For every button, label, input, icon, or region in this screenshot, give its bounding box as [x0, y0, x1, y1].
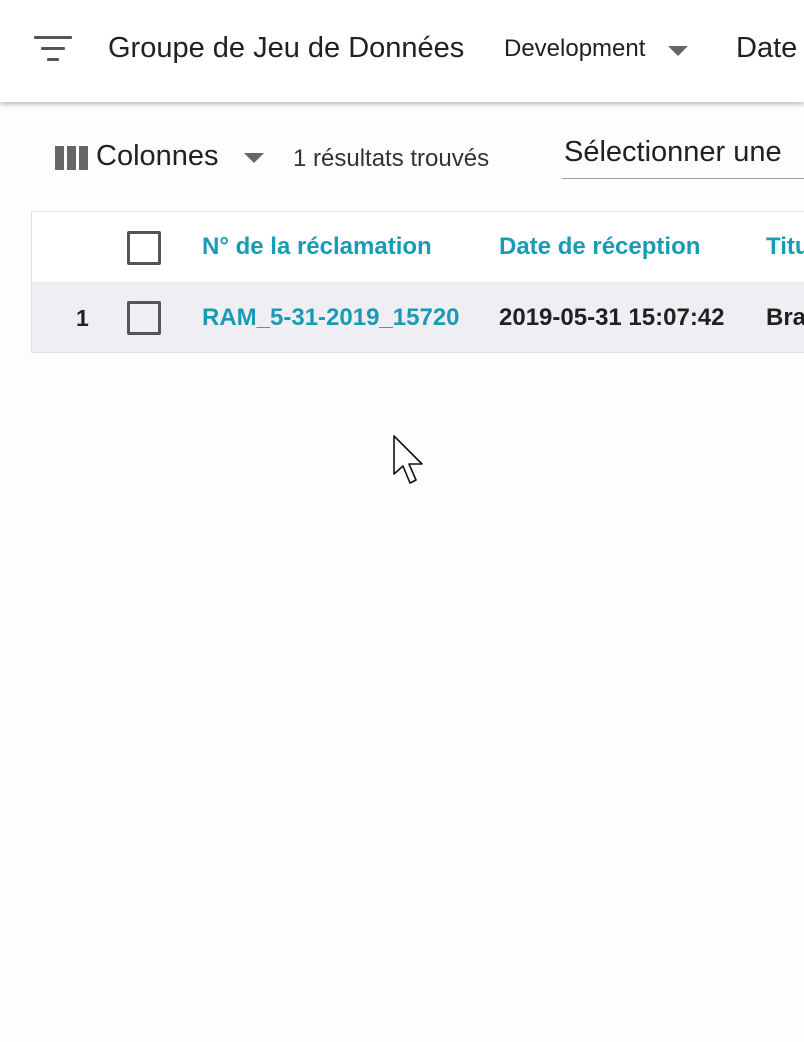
select-all-checkbox[interactable]	[127, 231, 161, 265]
dataset-group-title: Groupe de Jeu de Données	[108, 32, 465, 64]
holder-cell: Bra	[766, 304, 804, 331]
caret-down-icon	[244, 153, 264, 163]
mouse-pointer-icon	[393, 435, 423, 484]
column-header-holder[interactable]: Titu	[766, 212, 804, 282]
table-header-row: N° de la réclamation Date de réception T…	[32, 212, 804, 283]
select-placeholder: Sélectionner une	[564, 136, 782, 168]
results-count: 1 résultats trouvés	[293, 145, 490, 172]
columns-label: Colonnes	[96, 140, 219, 172]
caret-down-icon	[668, 46, 688, 56]
filter-list-icon[interactable]	[30, 30, 76, 68]
received-date-cell: 2019-05-31 15:07:42	[499, 304, 725, 331]
environment-select[interactable]: Development	[504, 35, 688, 65]
date-filter[interactable]: Date	[736, 32, 797, 65]
select-action-field[interactable]: Sélectionner une	[562, 134, 804, 179]
environment-label: Development	[504, 35, 646, 62]
row-index: 1	[76, 305, 89, 331]
table-row[interactable]: 1 RAM_5-31-2019_15720 2019-05-31 15:07:4…	[32, 283, 804, 352]
row-checkbox[interactable]	[127, 301, 161, 335]
view-column-icon	[55, 146, 90, 170]
top-app-bar: Groupe de Jeu de Données Development Dat…	[0, 0, 804, 102]
column-header-claim-number[interactable]: N° de la réclamation	[202, 212, 432, 282]
claim-number-link[interactable]: RAM_5-31-2019_15720	[202, 283, 460, 352]
table-toolbar: Colonnes 1 résultats trouvés Sélectionne…	[0, 102, 804, 212]
claims-table: N° de la réclamation Date de réception T…	[31, 211, 804, 353]
column-header-received-date[interactable]: Date de réception	[499, 212, 700, 282]
